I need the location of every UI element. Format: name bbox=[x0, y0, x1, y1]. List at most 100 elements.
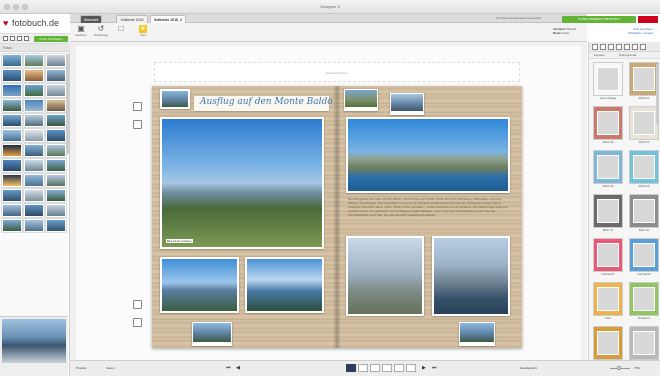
page-icon[interactable] bbox=[592, 44, 598, 50]
photo-thumbnail[interactable] bbox=[2, 54, 22, 67]
grid-view-icon[interactable] bbox=[3, 36, 8, 41]
photo-thumbnail[interactable] bbox=[24, 144, 44, 157]
ibex-photo[interactable] bbox=[346, 236, 424, 316]
add-to-cart-button[interactable]: IN DEN WARENKORB 54,95 € bbox=[562, 16, 636, 23]
layout-item[interactable]: Dots bbox=[593, 282, 623, 322]
photo-bottom-left-2[interactable] bbox=[245, 257, 324, 313]
photo-thumbnail[interactable] bbox=[2, 219, 22, 232]
redo-button[interactable]: □ bbox=[114, 25, 128, 40]
save-button[interactable]: ▣ Speichern bbox=[74, 25, 88, 40]
main-mountain-photo[interactable]: Blick auf den Gardasee bbox=[160, 117, 324, 249]
page-thumb-active[interactable] bbox=[346, 364, 356, 372]
small-photo-top-left[interactable] bbox=[160, 89, 190, 109]
photo-thumbnail[interactable] bbox=[24, 69, 44, 82]
product-button[interactable]: Produkt bbox=[76, 366, 86, 370]
clipart-icon[interactable] bbox=[616, 44, 622, 50]
layout-item[interactable]: Album 03 bbox=[629, 106, 659, 146]
photo-thumbnail[interactable] bbox=[46, 159, 66, 172]
folder-icon[interactable] bbox=[24, 36, 29, 41]
polaroid-top-1[interactable] bbox=[344, 89, 378, 111]
logout-link[interactable]: Schließen / Logout bbox=[628, 31, 653, 35]
photo-thumbnail[interactable] bbox=[2, 144, 22, 157]
steamboat-photo[interactable] bbox=[432, 236, 510, 316]
photo-thumbnail[interactable] bbox=[46, 204, 66, 217]
layout-icon[interactable] bbox=[600, 44, 606, 50]
border-select[interactable]: Linien bbox=[561, 31, 569, 35]
photo-thumbnail[interactable] bbox=[46, 129, 66, 142]
page-thumb[interactable] bbox=[382, 364, 392, 372]
last-page-icon[interactable]: ⏭ bbox=[432, 365, 437, 371]
photo-thumbnail[interactable] bbox=[2, 174, 22, 187]
photo-thumbnail[interactable] bbox=[2, 129, 22, 142]
zoom-slider-knob[interactable] bbox=[617, 366, 621, 370]
layout-item[interactable]: Basic 02 bbox=[629, 194, 659, 234]
pages-button[interactable]: Seiten bbox=[106, 366, 115, 370]
layouts-scrollbar[interactable] bbox=[656, 64, 659, 124]
layout-item[interactable]: Album 05 bbox=[629, 150, 659, 190]
photo-thumbnail[interactable] bbox=[46, 189, 66, 202]
background-icon[interactable] bbox=[608, 44, 614, 50]
photo-thumbnail[interactable] bbox=[24, 99, 44, 112]
photo-thumbnail[interactable] bbox=[24, 84, 44, 97]
layout-item[interactable]: Album 02 bbox=[593, 106, 623, 146]
tips-button[interactable]: ☀ Tipps bbox=[136, 25, 150, 40]
page-thumb[interactable] bbox=[370, 364, 380, 372]
list-view-icon[interactable] bbox=[10, 36, 15, 41]
add-text-icon[interactable] bbox=[133, 120, 142, 129]
photo-thumbnail[interactable] bbox=[2, 189, 22, 202]
layout-item[interactable]: Leere Vorlage bbox=[593, 62, 623, 102]
tab-overview[interactable]: Übersicht bbox=[80, 15, 102, 23]
polaroid-bottom-right[interactable] bbox=[459, 322, 495, 346]
photo-thumbnail[interactable] bbox=[24, 174, 44, 187]
tab-backgrounds[interactable]: Hintergründe bbox=[619, 53, 636, 57]
close-red-button[interactable] bbox=[638, 16, 658, 23]
photo-thumbnail[interactable] bbox=[46, 219, 66, 232]
sort-icon[interactable] bbox=[17, 36, 22, 41]
layout-item[interactable]: Album 04 bbox=[593, 150, 623, 190]
polaroid-top-2[interactable] bbox=[390, 93, 424, 115]
photo-thumbnail[interactable] bbox=[46, 174, 66, 187]
photo-thumbnail[interactable] bbox=[24, 204, 44, 217]
photo-bottom-left-1[interactable] bbox=[160, 257, 239, 313]
text-icon[interactable] bbox=[624, 44, 630, 50]
copy-page-icon[interactable] bbox=[133, 300, 142, 309]
prev-page-icon[interactable]: ◀ bbox=[236, 365, 240, 371]
photo-thumbnail[interactable] bbox=[24, 159, 44, 172]
photo-thumbnail[interactable] bbox=[2, 204, 22, 217]
page-thumb[interactable] bbox=[406, 364, 416, 372]
photo-thumbnail[interactable] bbox=[46, 69, 66, 82]
layout-item[interactable]: Carnival 02 bbox=[629, 238, 659, 278]
photo-thumbnail[interactable] bbox=[46, 84, 66, 97]
photo-thumbnail[interactable] bbox=[46, 144, 66, 157]
undo-button[interactable]: ↺ Rückgängig bbox=[94, 25, 108, 40]
page-thumb[interactable] bbox=[358, 364, 368, 372]
page-thumb[interactable] bbox=[394, 364, 404, 372]
title-banner[interactable]: Ausflug auf den Monte Baldo bbox=[194, 96, 333, 111]
photo-thumbnail[interactable] bbox=[46, 99, 66, 112]
photo-thumbnail[interactable] bbox=[24, 54, 44, 67]
photo-scrollbar[interactable] bbox=[66, 54, 69, 154]
photo-thumbnail[interactable] bbox=[2, 159, 22, 172]
body-text[interactable]: Die Bergwelt auf dem Monte Baldo. Hier l… bbox=[348, 197, 510, 233]
tab-layouts[interactable]: Layouts bbox=[594, 53, 605, 57]
next-page-icon[interactable]: ▶ bbox=[422, 365, 426, 371]
photo-thumbnail[interactable] bbox=[24, 189, 44, 202]
favorite-icon[interactable] bbox=[632, 44, 638, 50]
first-page-icon[interactable]: ⏮ bbox=[226, 365, 231, 371]
photo-thumbnail[interactable] bbox=[2, 99, 22, 112]
layout-item[interactable]: Carnival 01 bbox=[593, 238, 623, 278]
photo-thumbnail[interactable] bbox=[24, 219, 44, 232]
photo-thumbnail[interactable] bbox=[2, 84, 22, 97]
tab-sidebar-2018[interactable]: Seitleiste 2018 bbox=[116, 15, 148, 23]
add-image-icon[interactable] bbox=[133, 102, 142, 111]
delete-page-icon[interactable] bbox=[133, 318, 142, 327]
castle-lake-photo[interactable] bbox=[346, 117, 510, 193]
polaroid-bottom-left[interactable] bbox=[192, 322, 232, 346]
layout-item[interactable]: Album 01 bbox=[629, 62, 659, 102]
photo-thumbnail[interactable] bbox=[2, 114, 22, 127]
photo-thumbnail[interactable] bbox=[46, 54, 66, 67]
photo-thumbnail[interactable] bbox=[24, 114, 44, 127]
view-mode-select[interactable]: Detailansicht bbox=[520, 366, 537, 370]
layout-item[interactable]: Basic 01 bbox=[593, 194, 623, 234]
settings-icon[interactable] bbox=[640, 44, 646, 50]
